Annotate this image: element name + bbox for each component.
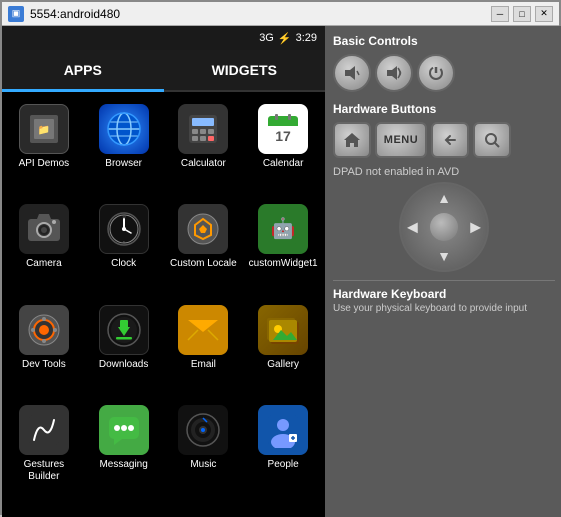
hw-keyboard-desc: Use your physical keyboard to provide in… (333, 303, 555, 314)
dpad-up-button[interactable]: ▲ (437, 190, 451, 206)
tab-apps[interactable]: APPS (2, 50, 164, 90)
app-icon-custom-locale (178, 204, 228, 254)
main-container: 3G ⚡ 3:29 APPS WIDGETS 📁 (2, 26, 561, 517)
hardware-buttons-title: Hardware Buttons (333, 102, 555, 116)
app-dev-tools[interactable]: Dev Tools (6, 301, 82, 397)
app-icon-calendar: 17 (258, 104, 308, 154)
app-grid: 📁 API Demos Browser (2, 92, 325, 517)
app-browser[interactable]: Browser (86, 100, 162, 196)
app-icon-clock: 12 6 (99, 204, 149, 254)
power-button[interactable] (417, 54, 455, 92)
app-label-camera: Camera (26, 258, 62, 270)
restore-button[interactable]: □ (513, 6, 531, 22)
window-controls: ─ □ ✕ (491, 6, 553, 22)
app-api-demos[interactable]: 📁 API Demos (6, 100, 82, 196)
app-gestures-builder[interactable]: Gestures Builder (6, 401, 82, 509)
dpad-section: DPAD not enabled in AVD ▲ ▼ ◀ ▶ (333, 166, 555, 272)
app-label-gestures-builder: Gestures Builder (8, 459, 80, 483)
basic-controls-title: Basic Controls (333, 34, 555, 48)
app-icon: ▣ (8, 6, 24, 22)
app-icon-camera (19, 204, 69, 254)
app-icon-email (178, 305, 228, 355)
svg-text:17: 17 (275, 128, 291, 144)
hardware-buttons-row: MENU (333, 122, 555, 158)
app-label-browser: Browser (105, 158, 142, 170)
close-button[interactable]: ✕ (535, 6, 553, 22)
battery-indicator: ⚡ (278, 32, 292, 45)
title-bar: ▣ 5554:android480 ─ □ ✕ (2, 2, 559, 26)
app-label-api-demos: API Demos (19, 158, 70, 170)
app-icon-messaging (99, 405, 149, 455)
dpad-left-button[interactable]: ◀ (407, 219, 418, 236)
app-icon-custom-widget: 🤖 (258, 204, 308, 254)
app-calculator[interactable]: Calculator (166, 100, 242, 196)
svg-text:12: 12 (122, 215, 126, 219)
window-title: 5554:android480 (30, 7, 120, 21)
app-label-calculator: Calculator (181, 158, 226, 170)
app-label-calendar: Calendar (263, 158, 304, 170)
app-label-custom-locale: Custom Locale (170, 258, 237, 270)
dpad-right-button[interactable]: ▶ (470, 219, 481, 236)
time-display: 3:29 (296, 32, 317, 44)
volume-down-button[interactable] (333, 54, 371, 92)
app-music[interactable]: Music (166, 401, 242, 509)
app-clock[interactable]: 12 6 Clock (86, 200, 162, 296)
search-button[interactable] (473, 122, 511, 158)
app-people[interactable]: People (245, 401, 321, 509)
app-label-people: People (268, 459, 299, 471)
app-label-music: Music (190, 459, 216, 471)
app-icon-browser (99, 104, 149, 154)
dpad-container: ▲ ▼ ◀ ▶ (399, 182, 489, 272)
app-camera[interactable]: Camera (6, 200, 82, 296)
dpad-label: DPAD not enabled in AVD (333, 166, 555, 178)
app-email[interactable]: Email (166, 301, 242, 397)
app-icon-people (258, 405, 308, 455)
app-icon-music (178, 405, 228, 455)
app-label-downloads: Downloads (99, 359, 148, 371)
app-label-dev-tools: Dev Tools (22, 359, 66, 371)
tab-bar: APPS WIDGETS (2, 50, 325, 92)
app-gallery[interactable]: Gallery (245, 301, 321, 397)
app-label-email: Email (191, 359, 216, 371)
app-icon-api-demos: 📁 (19, 104, 69, 154)
app-icon-dev-tools (19, 305, 69, 355)
app-icon-gestures-builder (19, 405, 69, 455)
status-bar: 3G ⚡ 3:29 (2, 26, 325, 50)
basic-controls-row (333, 54, 555, 92)
app-label-clock: Clock (111, 258, 136, 270)
hardware-keyboard-section: Hardware Keyboard Use your physical keyb… (333, 280, 555, 314)
app-icon-calculator (178, 104, 228, 154)
android-panel: 3G ⚡ 3:29 APPS WIDGETS 📁 (2, 26, 325, 517)
app-label-messaging: Messaging (99, 459, 147, 471)
menu-button[interactable]: MENU (375, 122, 427, 158)
app-calendar[interactable]: 17 Calendar (245, 100, 321, 196)
signal-indicator: 3G (259, 32, 274, 44)
app-icon-gallery (258, 305, 308, 355)
app-custom-locale[interactable]: Custom Locale (166, 200, 242, 296)
right-panel: Basic Controls (325, 26, 561, 517)
app-messaging[interactable]: Messaging (86, 401, 162, 509)
app-label-gallery: Gallery (267, 359, 299, 371)
back-button[interactable] (431, 122, 469, 158)
hw-keyboard-title: Hardware Keyboard (333, 287, 555, 301)
dpad-down-button[interactable]: ▼ (437, 248, 451, 264)
tab-widgets[interactable]: WIDGETS (164, 50, 326, 90)
dpad-center-button[interactable] (430, 213, 458, 241)
app-label-custom-widget: customWidget1 (249, 258, 318, 270)
home-button[interactable] (333, 122, 371, 158)
app-icon-downloads (99, 305, 149, 355)
app-downloads[interactable]: Downloads (86, 301, 162, 397)
dpad-background: ▲ ▼ ◀ ▶ (399, 182, 489, 272)
svg-text:🤖: 🤖 (271, 216, 296, 240)
app-custom-widget[interactable]: 🤖 customWidget1 (245, 200, 321, 296)
volume-up-button[interactable] (375, 54, 413, 92)
svg-text:📁: 📁 (38, 125, 50, 136)
minimize-button[interactable]: ─ (491, 6, 509, 22)
